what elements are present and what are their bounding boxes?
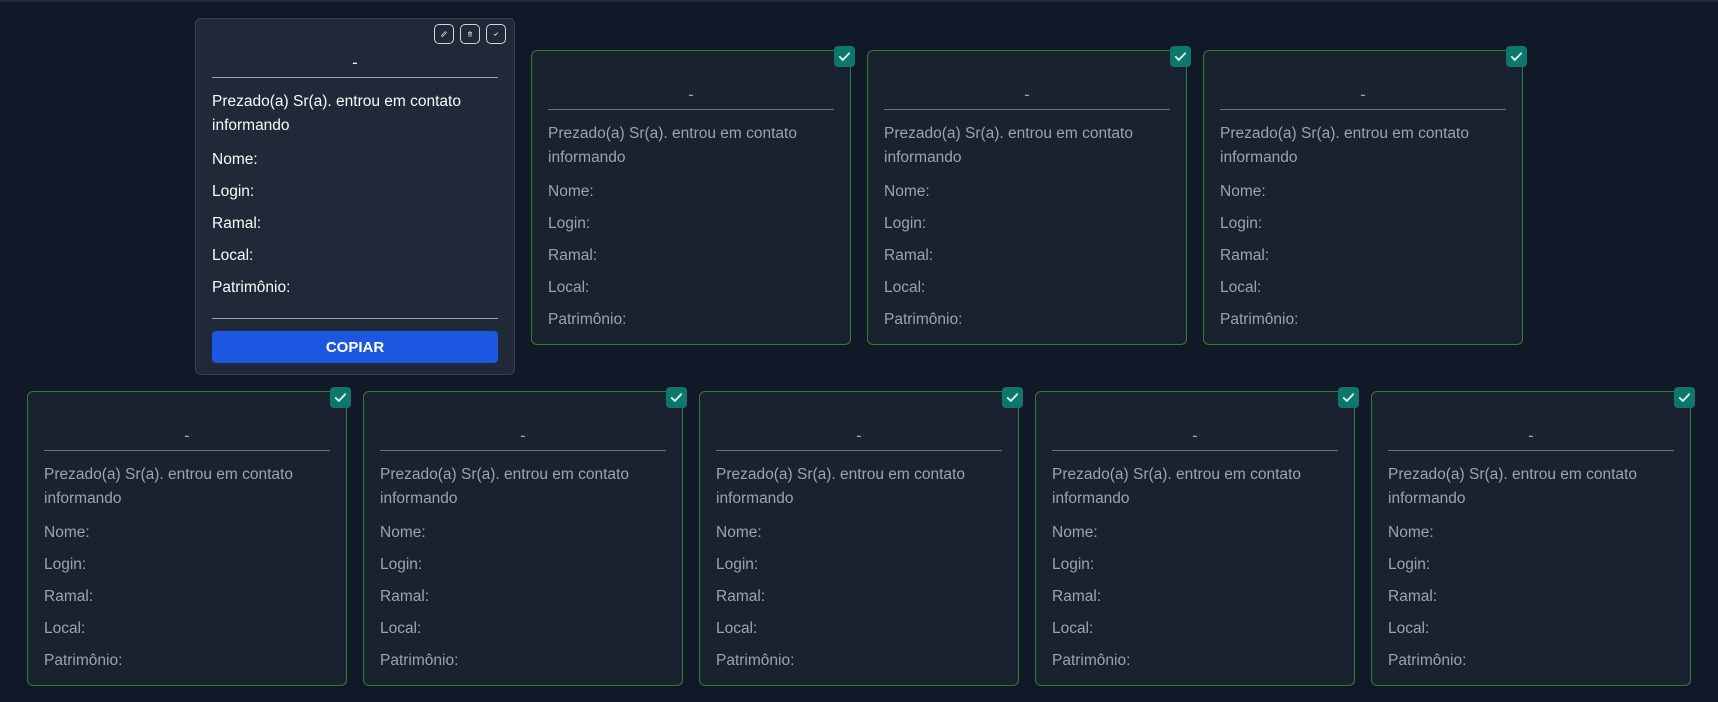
- field-login: Login:: [548, 215, 591, 232]
- checked-badge-icon: [1338, 387, 1359, 408]
- field-local: Local:: [1052, 620, 1094, 637]
- field-local: Local:: [884, 279, 926, 296]
- completed-card: - Prezado(a) Sr(a). entrou em contato inf…: [27, 387, 351, 686]
- field-local: Local:: [380, 620, 422, 637]
- completed-card: - Prezado(a) Sr(a). entrou em contato inf…: [1203, 46, 1527, 345]
- delete-button[interactable]: [460, 24, 480, 44]
- field-login: Login:: [1388, 556, 1431, 573]
- card-title: -: [380, 426, 666, 451]
- card-title: -: [1388, 426, 1674, 451]
- field-nome: Nome:: [884, 183, 930, 200]
- field-nome: Nome:: [1052, 524, 1098, 541]
- card-message: Prezado(a) Sr(a). entrou em contato info…: [1052, 466, 1301, 507]
- field-ramal: Ramal:: [716, 588, 766, 605]
- field-login: Login:: [1052, 556, 1095, 573]
- completed-card: - Prezado(a) Sr(a). entrou em contato inf…: [699, 387, 1023, 686]
- checked-badge-icon: [330, 387, 351, 408]
- checked-badge-icon: [1674, 387, 1695, 408]
- card-message: Prezado(a) Sr(a). entrou em contato info…: [548, 125, 797, 166]
- field-ramal: Ramal:: [548, 247, 598, 264]
- card-message: Prezado(a) Sr(a). entrou em contato info…: [380, 466, 629, 507]
- field-local: Local:: [716, 620, 758, 637]
- card-message: Prezado(a) Sr(a). entrou em contato info…: [1220, 125, 1469, 166]
- field-patrimonio: Patrimônio:: [212, 279, 291, 296]
- copy-button[interactable]: COPIAR: [212, 331, 498, 363]
- card-title: -: [1052, 426, 1338, 451]
- field-local: Local:: [1220, 279, 1262, 296]
- field-ramal: Ramal:: [212, 215, 262, 232]
- confirm-button[interactable]: [486, 24, 506, 44]
- card-board: - Prezado(a) Sr(a). entrou em contato in…: [0, 0, 1718, 702]
- checked-badge-icon: [834, 46, 855, 67]
- card-title: -: [548, 85, 834, 110]
- field-nome: Nome:: [44, 524, 90, 541]
- field-nome: Nome:: [212, 151, 258, 168]
- field-patrimonio: Patrimônio:: [716, 652, 795, 669]
- field-login: Login:: [716, 556, 759, 573]
- field-ramal: Ramal:: [884, 247, 934, 264]
- field-patrimonio: Patrimônio:: [1052, 652, 1131, 669]
- card-title: -: [212, 53, 498, 78]
- card-message: Prezado(a) Sr(a). entrou em contato info…: [1388, 466, 1637, 507]
- completed-card: - Prezado(a) Sr(a). entrou em contato inf…: [1035, 387, 1359, 686]
- card-title: -: [44, 426, 330, 451]
- field-patrimonio: Patrimônio:: [1388, 652, 1467, 669]
- field-patrimonio: Patrimônio:: [380, 652, 459, 669]
- field-nome: Nome:: [716, 524, 762, 541]
- field-local: Local:: [212, 247, 254, 264]
- field-ramal: Ramal:: [44, 588, 94, 605]
- field-login: Login:: [1220, 215, 1263, 232]
- checked-badge-icon: [1002, 387, 1023, 408]
- field-patrimonio: Patrimônio:: [1220, 311, 1299, 328]
- field-local: Local:: [1388, 620, 1430, 637]
- field-ramal: Ramal:: [1220, 247, 1270, 264]
- completed-card: - Prezado(a) Sr(a). entrou em contato inf…: [531, 46, 855, 345]
- edit-icon: [441, 31, 447, 37]
- check-icon: [493, 32, 499, 36]
- field-login: Login:: [44, 556, 87, 573]
- field-local: Local:: [548, 279, 590, 296]
- field-login: Login:: [380, 556, 423, 573]
- field-patrimonio: Patrimônio:: [884, 311, 963, 328]
- field-patrimonio: Patrimônio:: [44, 652, 123, 669]
- field-nome: Nome:: [380, 524, 426, 541]
- field-ramal: Ramal:: [1052, 588, 1102, 605]
- field-login: Login:: [884, 215, 927, 232]
- edit-button[interactable]: [434, 24, 454, 44]
- card-message: Prezado(a) Sr(a). entrou em contato info…: [212, 93, 461, 134]
- completed-card: - Prezado(a) Sr(a). entrou em contato inf…: [867, 46, 1191, 345]
- card-message: Prezado(a) Sr(a). entrou em contato info…: [44, 466, 293, 507]
- completed-card: - Prezado(a) Sr(a). entrou em contato inf…: [1371, 387, 1695, 686]
- checked-badge-icon: [1170, 46, 1191, 67]
- card-toolbar: [434, 24, 506, 44]
- checked-badge-icon: [666, 387, 687, 408]
- card-title: -: [884, 85, 1170, 110]
- field-nome: Nome:: [1220, 183, 1266, 200]
- card-message: Prezado(a) Sr(a). entrou em contato info…: [716, 466, 965, 507]
- completed-card: - Prezado(a) Sr(a). entrou em contato inf…: [363, 387, 687, 686]
- card-title: -: [1220, 85, 1506, 110]
- field-patrimonio: Patrimônio:: [548, 311, 627, 328]
- trash-icon: [468, 31, 472, 37]
- field-nome: Nome:: [1388, 524, 1434, 541]
- field-ramal: Ramal:: [380, 588, 430, 605]
- card-divider: [212, 318, 498, 319]
- checked-badge-icon: [1506, 46, 1527, 67]
- active-card: - Prezado(a) Sr(a). entrou em contato in…: [195, 18, 515, 375]
- field-ramal: Ramal:: [1388, 588, 1438, 605]
- field-local: Local:: [44, 620, 86, 637]
- card-title: -: [716, 426, 1002, 451]
- card-message: Prezado(a) Sr(a). entrou em contato info…: [884, 125, 1133, 166]
- field-nome: Nome:: [548, 183, 594, 200]
- field-login: Login:: [212, 183, 255, 200]
